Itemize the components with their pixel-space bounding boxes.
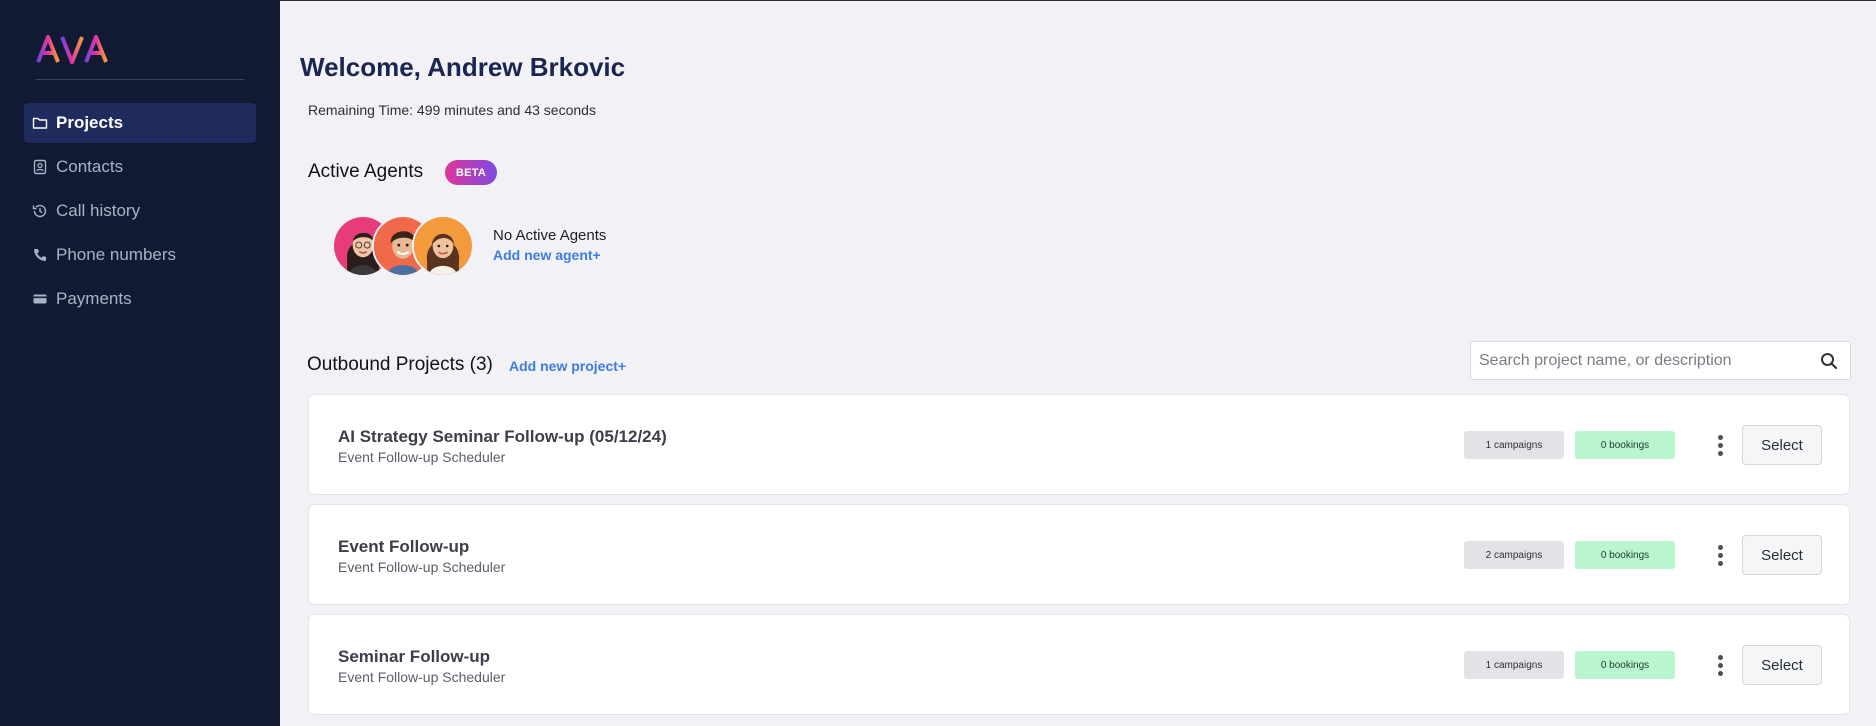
sidebar: Projects Contacts Call history Phone num… xyxy=(0,0,280,726)
top-border xyxy=(280,0,1876,1)
sidebar-item-payments[interactable]: Payments xyxy=(24,279,256,319)
phone-icon xyxy=(32,247,48,263)
ava-logo[interactable] xyxy=(36,34,110,64)
agent-avatars xyxy=(332,215,474,277)
select-button[interactable]: Select xyxy=(1742,645,1822,685)
more-options-icon[interactable] xyxy=(1711,651,1729,679)
search-box xyxy=(1470,341,1851,380)
campaigns-badge: 1 campaigns xyxy=(1464,431,1564,459)
select-button[interactable]: Select xyxy=(1742,425,1822,465)
search-icon[interactable] xyxy=(1820,352,1838,370)
sidebar-item-contacts[interactable]: Contacts xyxy=(24,147,256,187)
beta-badge: BETA xyxy=(445,160,497,185)
add-agent-link[interactable]: Add new agent+ xyxy=(493,247,601,263)
sidebar-item-phone-numbers[interactable]: Phone numbers xyxy=(24,235,256,275)
logo-divider xyxy=(36,79,244,80)
bookings-badge: 0 bookings xyxy=(1575,651,1675,679)
outbound-projects-title: Outbound Projects (3) xyxy=(307,354,493,375)
more-options-icon[interactable] xyxy=(1711,541,1729,569)
project-title[interactable]: AI Strategy Seminar Follow-up (05/12/24) xyxy=(338,427,667,447)
sidebar-item-label: Phone numbers xyxy=(56,245,177,264)
more-options-icon[interactable] xyxy=(1711,431,1729,459)
campaigns-badge: 2 campaigns xyxy=(1464,541,1564,569)
active-agents-title: Active Agents xyxy=(308,161,424,182)
add-project-link[interactable]: Add new project+ xyxy=(509,358,626,374)
page-title: Welcome, Andrew Brkovic xyxy=(300,52,626,82)
project-card: Event Follow-up Event Follow-up Schedule… xyxy=(308,504,1850,605)
sidebar-item-label: Projects xyxy=(56,113,124,132)
contact-card-icon xyxy=(32,159,48,175)
sidebar-item-label: Contacts xyxy=(56,157,124,176)
search-input[interactable] xyxy=(1479,342,1799,379)
project-card: AI Strategy Seminar Follow-up (05/12/24)… xyxy=(308,394,1850,495)
bookings-badge: 0 bookings xyxy=(1575,431,1675,459)
sidebar-item-projects[interactable]: Projects xyxy=(24,103,256,143)
history-icon xyxy=(32,203,48,219)
campaigns-badge: 1 campaigns xyxy=(1464,651,1564,679)
folder-icon xyxy=(32,115,48,131)
project-subtitle: Event Follow-up Scheduler xyxy=(338,669,506,685)
avatar xyxy=(412,215,474,277)
project-title[interactable]: Event Follow-up xyxy=(338,537,469,557)
select-button[interactable]: Select xyxy=(1742,535,1822,575)
sidebar-item-label: Payments xyxy=(56,289,132,308)
project-subtitle: Event Follow-up Scheduler xyxy=(338,449,506,465)
no-agents-text: No Active Agents xyxy=(493,227,607,244)
project-card: Seminar Follow-up Event Follow-up Schedu… xyxy=(308,614,1850,715)
sidebar-item-call-history[interactable]: Call history xyxy=(24,191,256,231)
sidebar-nav: Projects Contacts Call history Phone num… xyxy=(24,103,256,323)
project-title[interactable]: Seminar Follow-up xyxy=(338,647,490,667)
sidebar-item-label: Call history xyxy=(56,201,141,220)
bookings-badge: 0 bookings xyxy=(1575,541,1675,569)
remaining-time: Remaining Time: 499 minutes and 43 secon… xyxy=(308,102,596,118)
project-subtitle: Event Follow-up Scheduler xyxy=(338,559,506,575)
credit-card-icon xyxy=(32,291,48,307)
